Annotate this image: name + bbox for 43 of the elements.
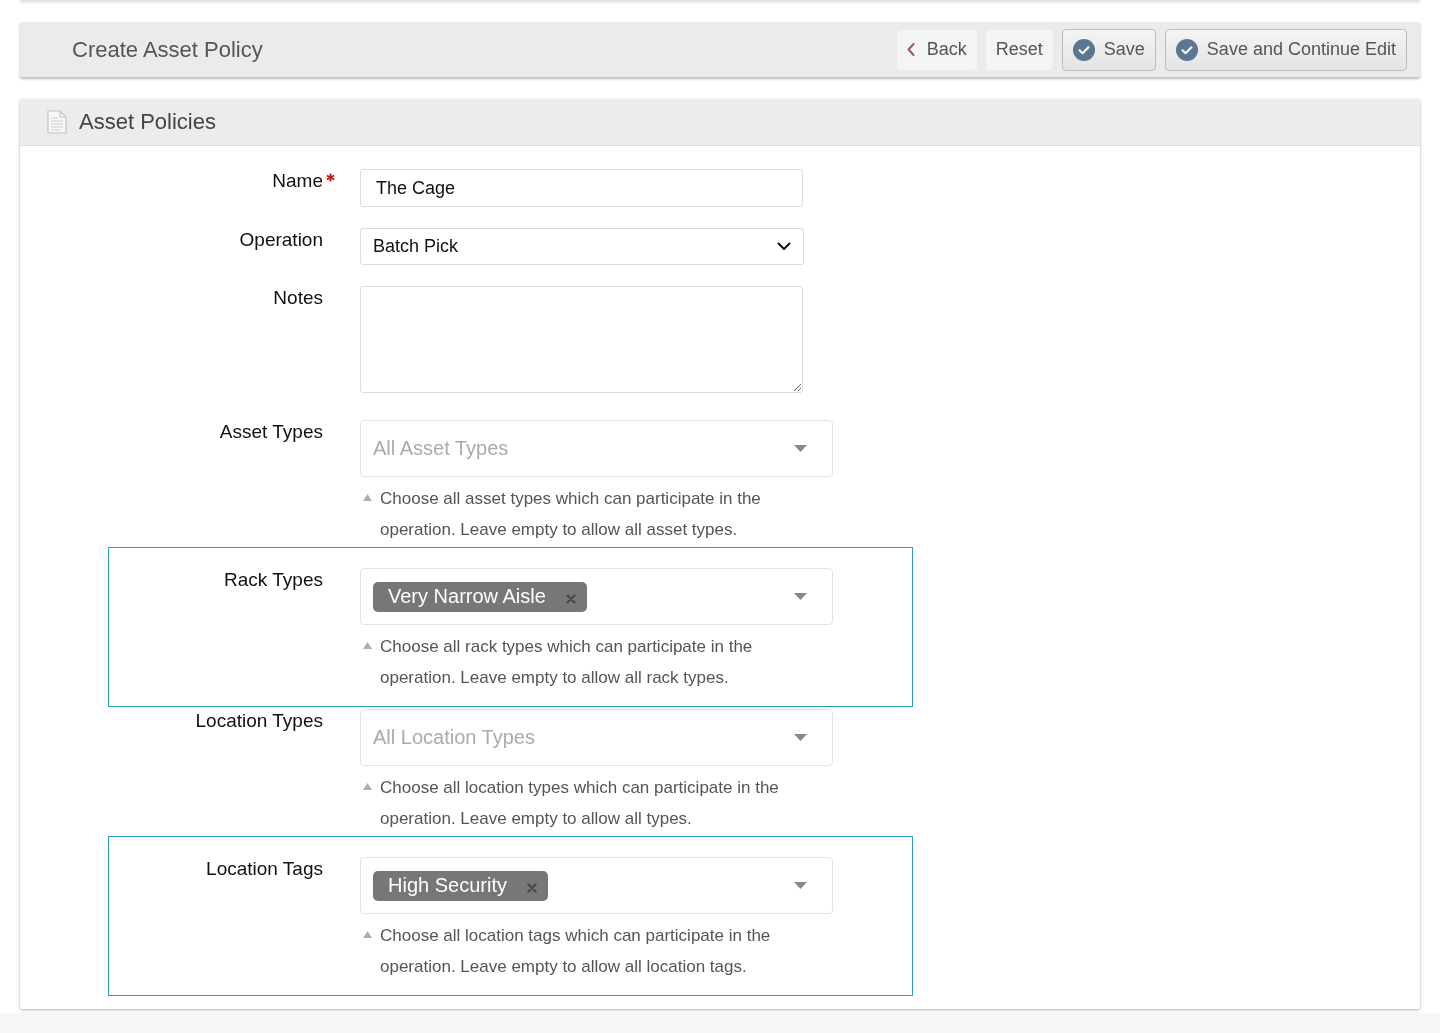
field-label: Name — [272, 169, 323, 193]
save-button[interactable]: Save and Continue Edit — [1164, 28, 1407, 71]
save-button[interactable]: Save — [1061, 28, 1156, 71]
caret-icon — [794, 593, 807, 600]
field-label: Location Types — [195, 709, 323, 733]
close-icon[interactable] — [526, 882, 537, 893]
multiselect-field[interactable]: Very Narrow Aisle — [360, 568, 833, 625]
check-circle-icon — [1072, 38, 1095, 61]
tag-label: Very Narrow Aisle — [388, 585, 546, 608]
triangle-icon — [363, 931, 372, 938]
triangle-icon — [363, 494, 372, 501]
textarea-field[interactable] — [360, 286, 803, 393]
close-icon[interactable] — [565, 593, 576, 604]
help-text: Choose all rack types which can participate in the operation. Leave empty to allow all rack types. — [380, 636, 754, 689]
page-title: Create Asset Policy — [72, 36, 263, 63]
triangle-icon — [363, 642, 372, 649]
multiselect-field[interactable]: High Security — [360, 857, 833, 914]
caret-icon — [794, 882, 807, 889]
document-icon — [47, 110, 67, 134]
chevron-down-icon — [777, 242, 791, 251]
multiselect-field[interactable]: All Asset Types — [360, 420, 833, 477]
help-text: Choose all asset types which can participate in the operation. Leave empty to allow all asset types. — [380, 488, 762, 541]
help-text: Choose all location types which can participate in the operation. Leave empty to allow all types. — [380, 777, 780, 830]
check-circle-icon — [1175, 38, 1198, 61]
search-input[interactable]: All Asset Types — [373, 437, 786, 460]
caret-icon — [794, 445, 807, 452]
field-label: Location Tags — [206, 857, 323, 881]
tag-label: High Security — [388, 874, 507, 897]
field-label: Notes — [273, 286, 323, 310]
help-text: Choose all location tags which can participate in the operation. Leave empty to allow all location tags. — [380, 925, 772, 978]
chevron-left-icon — [906, 43, 915, 56]
field-label: Operation — [239, 228, 323, 252]
text-input[interactable]: The Cage — [360, 169, 803, 207]
reset-button[interactable]: Reset — [985, 29, 1053, 70]
panel-title: Asset Policies — [79, 109, 216, 135]
caret-icon — [794, 734, 807, 741]
select-field[interactable]: Batch Pick — [360, 228, 804, 265]
multiselect-field[interactable]: All Location Types — [360, 709, 833, 766]
field-label: Asset Types — [219, 420, 323, 444]
back-button[interactable]: Back — [896, 29, 977, 70]
search-input[interactable]: All Location Types — [373, 726, 786, 749]
triangle-icon — [363, 783, 372, 790]
field-label: Rack Types — [224, 568, 323, 592]
